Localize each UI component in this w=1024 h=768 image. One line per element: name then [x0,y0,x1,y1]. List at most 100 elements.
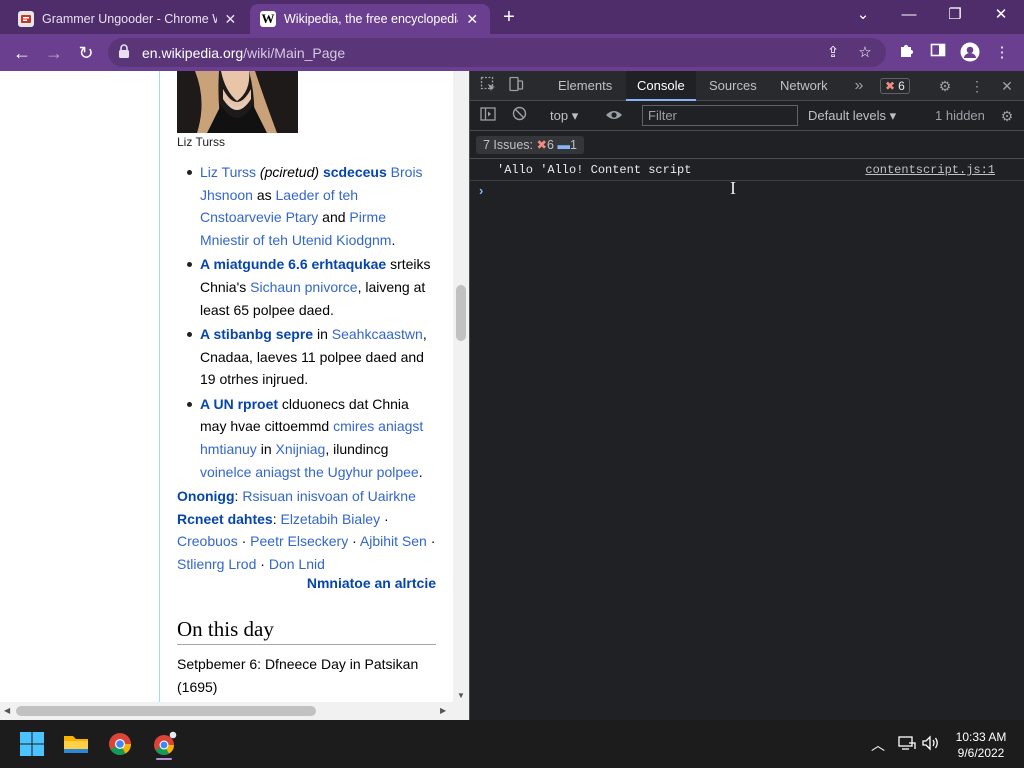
tab-console[interactable]: Console [626,71,696,101]
error-icon: ✖ [885,79,896,93]
news-link[interactable]: A UN rproet [200,396,278,412]
news-link[interactable]: Sichaun pnivorce [250,279,357,295]
horizontal-scrollbar[interactable]: ◀ ▶ [0,702,469,720]
windows-taskbar: ︿ 10:33 AM 9/6/2022 [0,720,1024,768]
news-link[interactable]: A stibanbg sepre [200,326,313,342]
news-link[interactable]: Seahkcaastwn [332,326,423,342]
scroll-left-arrow-icon[interactable]: ◀ [4,706,10,715]
bookmark-star-icon[interactable]: ☆ [854,42,876,64]
in-the-news-list: Liz Turss (pciretud) scdeceus Brois Jhsn… [177,161,437,485]
chrome-profile-icon[interactable] [148,728,180,760]
news-link[interactable]: Liz Turss [200,164,256,180]
live-expression-eye-icon[interactable] [604,106,624,126]
name-separator: · [348,533,360,549]
share-icon[interactable]: ⇪ [822,42,844,64]
show-hidden-icons-chevron[interactable]: ︿ [868,735,888,753]
levels-value: Default levels [808,108,887,123]
close-tab-icon[interactable]: ✕ [464,11,480,28]
console-prompt[interactable]: › [479,183,483,198]
inspect-element-icon[interactable] [478,76,498,96]
back-arrow-icon[interactable]: ← [10,41,34,65]
windows-start-icon[interactable] [16,728,48,760]
news-item: A UN rproet clduonecs dat Chnia may hvae… [177,393,437,484]
recent-death-link[interactable]: Elzetabih Bialey [280,511,380,527]
file-explorer-icon[interactable] [60,728,92,760]
name-separator: · [426,533,436,549]
forward-arrow-icon[interactable]: → [42,41,66,65]
scroll-down-arrow-icon[interactable]: ▼ [457,691,465,700]
settings-gear-icon[interactable]: ⚙ [935,76,955,96]
log-source-link[interactable]: contentscript.js:1 [865,163,995,177]
profile-avatar-icon[interactable] [959,42,981,64]
issues-message-count: 1 [569,138,577,152]
restore-button[interactable]: ❐ [932,0,978,30]
log-levels-dropdown[interactable]: Default levels ▾ [808,108,896,124]
tab-elements[interactable]: Elements [547,71,623,101]
error-count: 6 [898,79,905,93]
recent-death-link[interactable]: Peetr Elseckery [250,533,348,549]
recent-death-link[interactable]: Ajbihit Sen [360,533,427,549]
context-selector[interactable]: top ▾ [550,108,578,124]
hidden-count: 1 hidden [935,108,985,123]
tab-sources[interactable]: Sources [698,71,768,101]
side-panel-icon[interactable] [927,42,949,64]
extensions-puzzle-icon[interactable] [895,42,917,64]
message-icon: ▬ [557,138,570,152]
news-text: . [418,463,423,480]
device-toolbar-icon[interactable] [506,76,526,96]
url-text: en.wikipedia.org/wiki/Main_Page [142,45,345,61]
network-icon[interactable] [897,735,917,753]
console-filter-input[interactable] [642,105,798,126]
clear-console-icon[interactable] [509,106,529,126]
close-devtools-icon[interactable]: ✕ [997,76,1017,96]
news-link[interactable]: voinelce aniagst the Ugyhur polpee [200,464,419,480]
recent-death-link[interactable]: Don Lnid [269,556,325,572]
tab-network[interactable]: Network [769,71,839,101]
tab-grammer-ungooder[interactable]: Grammer Ungooder - Chrome W ✕ [8,4,248,34]
minimize-button[interactable]: — [886,0,932,30]
nominate-article-link[interactable]: Nmniatoe an alrtcie [177,575,436,591]
horizontal-scroll-thumb[interactable] [16,706,316,716]
recent-deaths-line: Rcneet dahtes: Elzetabih Bialey · Creobu… [177,508,439,576]
new-tab-button[interactable]: + [498,6,520,28]
issues-button[interactable]: 7 Issues: ✖6 ▬1 [476,136,584,154]
news-photo[interactable] [177,71,298,133]
close-tab-icon[interactable]: ✕ [223,11,238,28]
address-bar[interactable]: en.wikipedia.org/wiki/Main_Page ⇪ ☆ [108,38,886,67]
log-message: 'Allo 'Allo! Content script [497,163,692,177]
tab-wikipedia[interactable]: W Wikipedia, the free encyclopedia ✕ [250,4,490,34]
tab-search-icon[interactable]: ⌄ [840,0,886,30]
wikipedia-w-icon: W [260,11,276,27]
more-tabs-icon[interactable]: » [849,76,869,96]
close-window-button[interactable]: ✕ [978,0,1024,30]
vertical-scrollbar[interactable]: ▼ [453,71,469,702]
chrome-icon[interactable] [104,728,136,760]
news-link[interactable]: A miatgunde 6.6 erhtaqukae [200,256,386,272]
ongoing-link[interactable]: Rsisuan inisvoan of Uairkne [242,488,416,504]
reload-icon[interactable]: ↻ [74,41,98,65]
ongoing-label[interactable]: Ononigg [177,488,235,504]
on-this-day-heading: On this day [177,617,436,645]
console-sidebar-icon[interactable] [478,106,498,126]
vertical-scroll-thumb[interactable] [456,285,466,341]
console-settings-gear-icon[interactable]: ⚙ [997,106,1017,126]
devtools-menu-icon[interactable]: ⋮ [967,76,987,96]
scroll-right-arrow-icon[interactable]: ▶ [440,706,446,715]
dropdown-arrow-icon: ▾ [889,108,897,123]
devtools-tab-bar: Elements Console Sources Network » ✖ 6 ⚙ … [470,71,1024,101]
system-clock[interactable]: 10:33 AM 9/6/2022 [948,729,1014,761]
browser-menu-icon[interactable]: ⋮ [991,42,1013,64]
photo-caption: Liz Turss [177,135,226,149]
text-cursor-icon: I [730,178,736,198]
news-link[interactable]: scdeceus [323,164,387,180]
recent-death-link[interactable]: Creobuos [177,533,238,549]
news-item: A miatgunde 6.6 erhtaqukae srteiks Chnia… [177,253,437,321]
news-link[interactable]: Xnijniag [276,441,326,457]
error-count-badge[interactable]: ✖ 6 [880,78,910,94]
recent-death-link[interactable]: Stlienrg Lrod [177,556,256,572]
recent-deaths-label[interactable]: Rcneet dahtes [177,511,273,527]
ongoing-and-deaths: Ononigg: Rsisuan inisvoan of Uairkne Rcn… [177,485,439,575]
news-text: (pciretud) [259,164,320,180]
volume-icon[interactable] [921,735,941,753]
clock-time: 10:33 AM [955,730,1007,744]
